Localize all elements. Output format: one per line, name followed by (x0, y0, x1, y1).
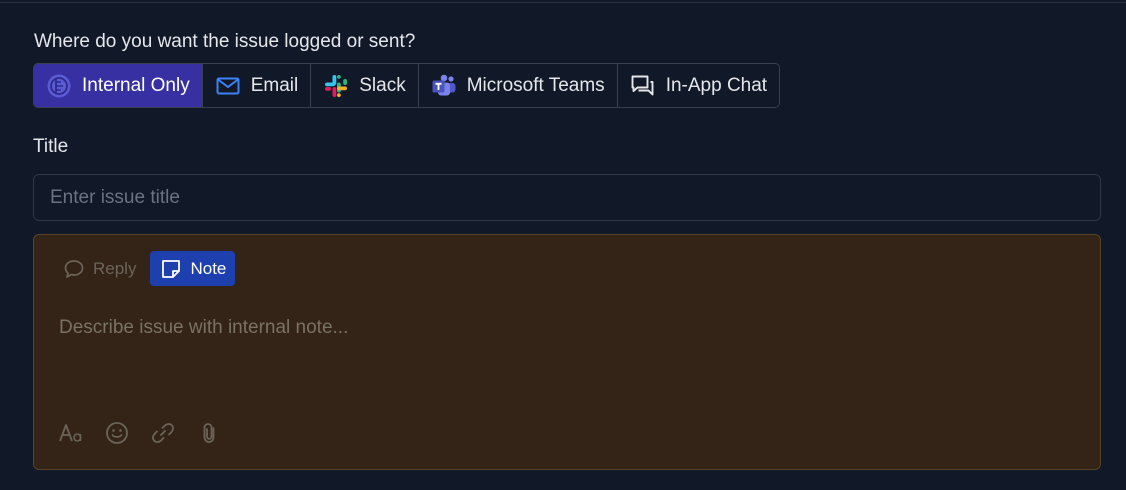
channel-slack[interactable]: Slack (311, 64, 419, 107)
sticky-note-icon (160, 258, 182, 280)
text-format-icon[interactable] (58, 420, 84, 446)
note-editor: Reply Note (33, 234, 1101, 470)
channel-email[interactable]: Email (203, 64, 312, 107)
tab-note[interactable]: Note (150, 251, 236, 286)
link-icon[interactable] (150, 420, 176, 446)
channel-microsoft-teams[interactable]: Microsoft Teams (419, 64, 618, 107)
note-textarea[interactable] (57, 315, 1071, 409)
channel-label: Internal Only (82, 74, 190, 96)
tab-label: Reply (93, 258, 137, 278)
channel-in-app-chat[interactable]: In-App Chat (618, 64, 779, 107)
title-label: Title (33, 136, 69, 157)
channel-label: Email (250, 74, 299, 96)
channel-label: In-App Chat (665, 74, 768, 96)
internal-icon (46, 73, 72, 99)
editor-mode-tabs: Reply Note (62, 251, 236, 286)
chat-icon (630, 73, 656, 99)
channel-internal-only[interactable]: Internal Only (34, 64, 203, 107)
attachment-icon[interactable] (196, 420, 222, 446)
teams-icon (431, 73, 457, 99)
emoji-icon[interactable] (104, 420, 130, 446)
top-divider (0, 2, 1126, 3)
tab-label: Note (190, 258, 227, 278)
channel-selector: Internal Only Email Slack Microsoft Team… (33, 63, 781, 108)
channel-label: Microsoft Teams (466, 74, 605, 96)
speech-bubble-icon (63, 258, 85, 280)
tab-reply[interactable]: Reply (62, 251, 144, 286)
editor-toolbar (58, 420, 222, 446)
mail-icon (215, 73, 241, 99)
channel-label: Slack (359, 74, 406, 96)
channel-question: Where do you want the issue logged or se… (34, 31, 416, 52)
slack-icon (323, 73, 349, 99)
title-input[interactable] (33, 174, 1101, 221)
